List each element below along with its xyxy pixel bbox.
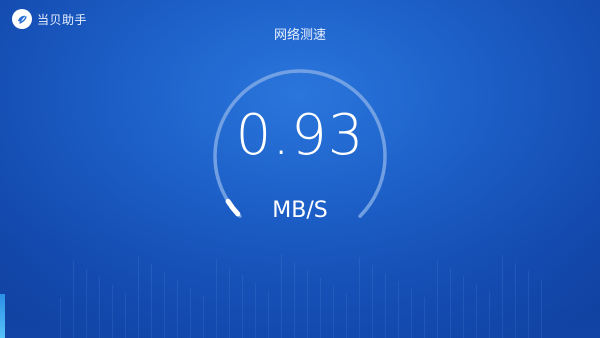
bars-fade bbox=[0, 238, 600, 338]
speed-value: 0.93 bbox=[235, 103, 365, 168]
page-title: 网络测速 bbox=[273, 28, 326, 43]
speed-bar-accent bbox=[0, 294, 5, 338]
speed-unit: MB/S bbox=[272, 198, 328, 223]
